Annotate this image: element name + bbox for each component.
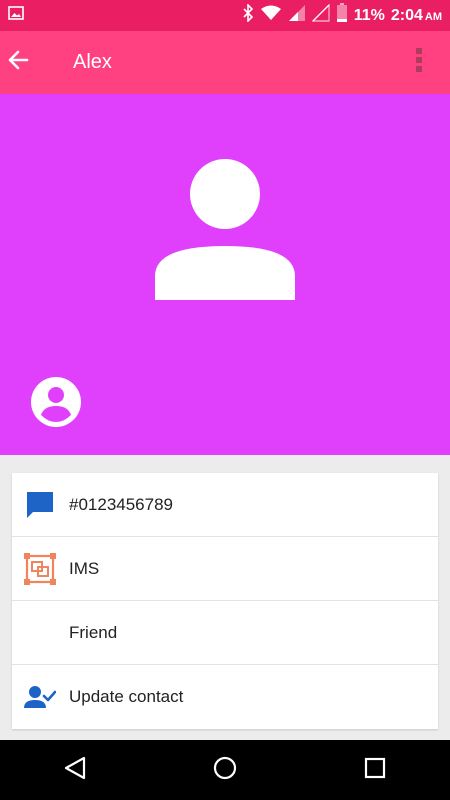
signal-empty-icon: [311, 3, 330, 27]
home-circle-icon: [213, 756, 237, 785]
list-item-label: IMS: [69, 558, 100, 578]
clock-ampm: AM: [424, 10, 442, 23]
list-item-update-contact[interactable]: Update contact: [12, 665, 438, 729]
list-item-group[interactable]: Friend: [12, 601, 438, 665]
list-item-label: Friend: [69, 622, 118, 642]
battery-icon: [336, 3, 348, 28]
status-bar: 11% 2:04 AM: [0, 0, 450, 31]
list-item-label: #0123456789: [69, 494, 174, 514]
system-navigation-bar: [0, 740, 450, 800]
clock-time: 2:04: [390, 6, 423, 24]
nav-recents-button[interactable]: [345, 740, 405, 800]
message-icon: [23, 488, 57, 522]
list-item-phone[interactable]: #0123456789: [12, 473, 438, 537]
arrow-back-icon: [7, 49, 29, 76]
battery-percent: 11%: [353, 6, 385, 24]
person-icon: [154, 158, 296, 305]
account-circle-icon[interactable]: [30, 376, 82, 433]
image-icon: [8, 6, 24, 25]
wifi-icon: [260, 5, 282, 26]
list-item-ims[interactable]: IMS: [12, 537, 438, 601]
more-vert-icon: [415, 47, 423, 78]
nav-back-button[interactable]: [45, 740, 105, 800]
contact-photo-header: [0, 94, 450, 455]
bluetooth-icon: [242, 3, 254, 27]
update-contact-icon: [23, 680, 57, 714]
more-options-button[interactable]: [404, 43, 434, 83]
back-triangle-icon: [64, 756, 86, 785]
contact-details-card: #0123456789 IMS Friend Update contact: [12, 473, 438, 729]
ims-icon: [23, 552, 57, 586]
app-bar: Alex: [0, 31, 450, 94]
recents-square-icon: [364, 757, 386, 784]
signal-icon: [288, 4, 306, 27]
nav-home-button[interactable]: [195, 740, 255, 800]
page-title: Alex: [73, 51, 112, 73]
back-button[interactable]: [0, 45, 36, 81]
list-item-label: Update contact: [69, 687, 184, 706]
